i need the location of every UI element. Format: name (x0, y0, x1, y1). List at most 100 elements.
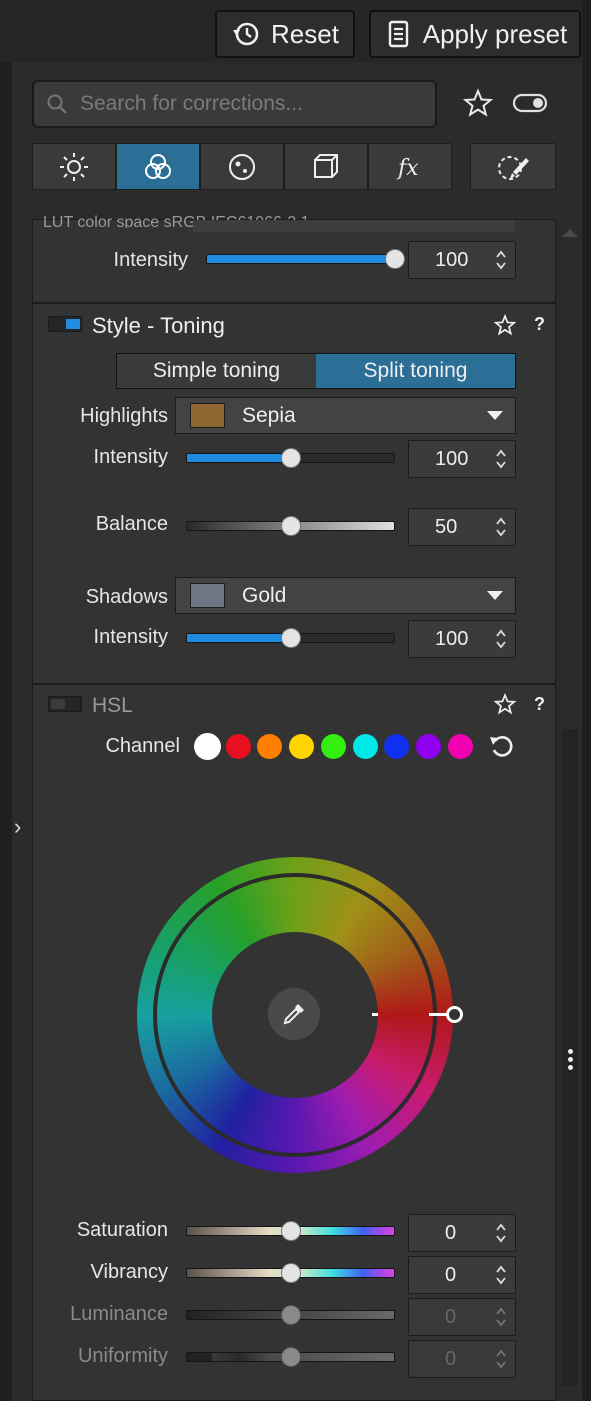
slider-knob[interactable] (280, 1221, 301, 1241)
brush-selection-icon (498, 155, 529, 180)
help-icon[interactable]: ? (534, 694, 545, 715)
intensity-slider-lut[interactable] (206, 249, 405, 269)
uniformity-field[interactable]: 0 (408, 1340, 516, 1378)
luminance-slider[interactable] (186, 1305, 395, 1325)
slider-knob[interactable] (280, 1263, 301, 1283)
intensity-slider-shadows[interactable] (186, 628, 395, 648)
hue-marker-line (429, 1013, 447, 1016)
saturation-field[interactable]: 0 (408, 1214, 516, 1252)
expand-left-icon[interactable]: › (14, 814, 21, 840)
tab-geometry[interactable] (284, 143, 368, 190)
shadows-dropdown[interactable]: Gold (175, 577, 516, 614)
highlights-label: Highlights (80, 405, 168, 427)
tab-color[interactable] (116, 143, 200, 190)
slider-knob[interactable] (280, 516, 301, 536)
spinner-icon[interactable] (496, 447, 506, 471)
channel-swatch[interactable] (225, 734, 251, 759)
fx-icon: fx (396, 156, 419, 181)
slider-knob[interactable] (280, 448, 301, 468)
intensity-field-highlights[interactable]: 100 (408, 440, 516, 478)
search-input[interactable] (80, 92, 420, 116)
spinner-icon[interactable] (496, 515, 506, 539)
tab-detail[interactable] (200, 143, 284, 190)
right-panel-edge (582, 0, 591, 1401)
luminance-field[interactable]: 0 (408, 1298, 516, 1336)
search-icon (47, 94, 67, 114)
tab-effects[interactable]: fx (368, 143, 452, 190)
channel-label: Channel (105, 735, 180, 757)
chevron-down-icon (487, 411, 503, 420)
slider-knob[interactable] (280, 1305, 301, 1325)
value-text: 50 (435, 515, 458, 538)
intensity-field-shadows[interactable]: 100 (408, 620, 516, 658)
slider-fill (207, 255, 395, 263)
hsl-enable-toggle[interactable] (48, 696, 82, 712)
scrollbar-thumb[interactable] (562, 729, 578, 1386)
spinner-icon[interactable] (496, 1221, 506, 1245)
shadows-label: Shadows (85, 586, 168, 608)
spinner-icon[interactable] (496, 248, 506, 272)
slider-knob[interactable] (280, 1347, 301, 1367)
value-text: 100 (435, 627, 469, 650)
help-icon[interactable]: ? (534, 314, 545, 335)
hue-handle[interactable] (446, 1006, 463, 1023)
apply-preset-button[interactable]: Apply preset (369, 10, 581, 58)
spinner-icon[interactable] (496, 627, 506, 651)
detail-icon (229, 153, 255, 180)
uniformity-label: Uniformity (77, 1345, 168, 1367)
history-icon (233, 22, 259, 46)
eyedropper-button[interactable] (268, 988, 320, 1040)
reset-channel-icon[interactable] (487, 731, 517, 761)
search-box[interactable] (32, 80, 437, 128)
sun-icon (60, 152, 88, 181)
hsl-title: HSL (92, 694, 133, 717)
saturation-slider[interactable] (186, 1221, 395, 1241)
spinner-icon[interactable] (496, 1347, 506, 1371)
local-adjustments-button[interactable] (470, 143, 556, 190)
highlights-swatch (190, 403, 225, 428)
simple-toning-button[interactable]: Simple toning (117, 354, 316, 388)
saturation-label: Saturation (76, 1219, 168, 1241)
shadows-value: Gold (242, 583, 287, 607)
toggle-switch-icon[interactable] (512, 92, 548, 114)
scroll-up-icon[interactable] (561, 226, 579, 238)
slider-knob[interactable] (385, 249, 405, 269)
hue-marker-inner (372, 1013, 378, 1016)
favorite-star-icon[interactable] (494, 314, 516, 336)
highlights-value: Sepia (242, 403, 296, 427)
shadows-swatch (190, 583, 225, 608)
preset-icon (388, 20, 408, 48)
balance-label: Balance (95, 513, 168, 535)
intensity-label-shadows: Intensity (93, 626, 168, 648)
svg-text:fx: fx (396, 156, 419, 181)
split-toning-button[interactable]: Split toning (316, 354, 515, 388)
value-text: 0 (445, 1263, 457, 1286)
uniformity-slider[interactable] (186, 1347, 395, 1367)
spinner-icon[interactable] (496, 1305, 506, 1329)
slider-knob[interactable] (280, 628, 301, 648)
channel-swatch[interactable] (320, 734, 346, 759)
channel-swatch[interactable] (289, 734, 315, 759)
intensity-field-lut[interactable]: 100 (408, 241, 516, 279)
highlights-dropdown[interactable]: Sepia (175, 397, 516, 434)
favorite-star-icon[interactable] (494, 693, 516, 715)
vibrancy-field[interactable]: 0 (408, 1256, 516, 1294)
value-text: 100 (435, 447, 469, 470)
value-text: 100 (435, 248, 469, 271)
reset-label: Reset (271, 18, 339, 49)
balance-field[interactable]: 50 (408, 508, 516, 546)
reset-button[interactable]: Reset (215, 10, 355, 58)
star-icon[interactable] (463, 88, 493, 118)
spinner-icon[interactable] (496, 1263, 506, 1287)
lut-dropdown-cut[interactable] (193, 220, 515, 232)
tab-light[interactable] (32, 143, 116, 190)
balance-slider[interactable] (186, 516, 395, 536)
intensity-slider-highlights[interactable] (186, 448, 395, 468)
vibrancy-slider[interactable] (186, 1263, 395, 1283)
channel-swatch[interactable] (352, 734, 378, 759)
slider-fill (187, 634, 291, 642)
channel-swatch[interactable] (447, 734, 473, 759)
channel-swatch[interactable] (194, 733, 221, 760)
section-enable-toggle[interactable] (48, 316, 82, 332)
channel-swatch[interactable] (415, 734, 441, 759)
